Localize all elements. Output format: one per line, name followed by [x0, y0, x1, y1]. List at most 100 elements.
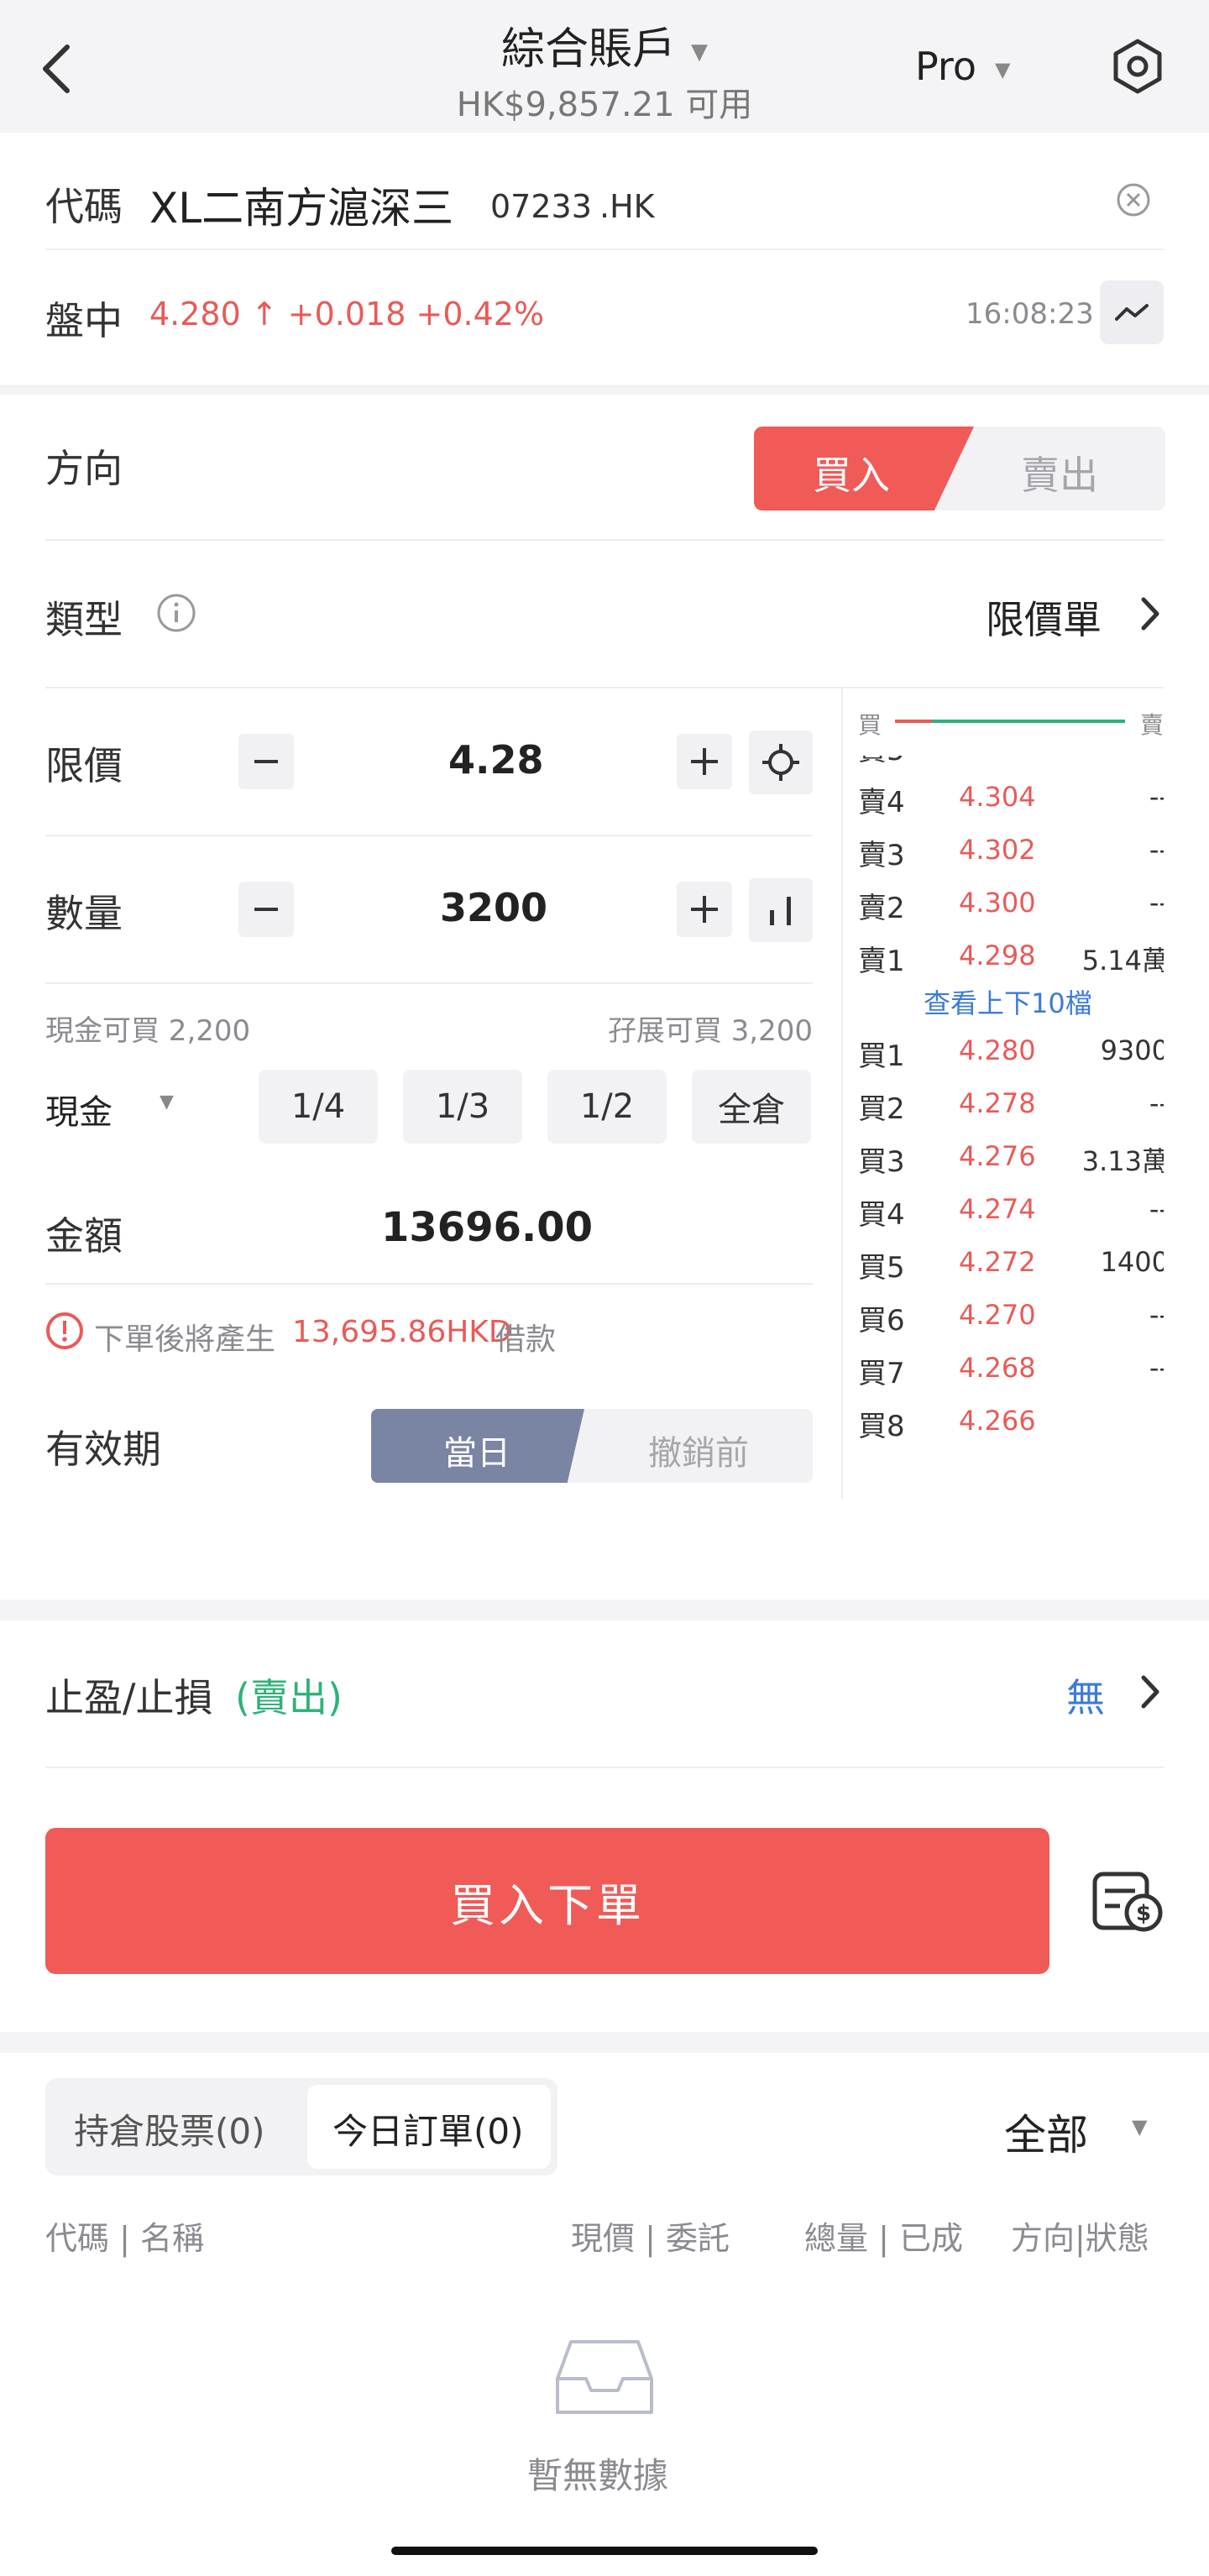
- sell-tab[interactable]: 賣出: [1021, 445, 1098, 500]
- tpsl-label: 止盈/止損: [45, 1675, 213, 1720]
- chevron-down-icon: ▼: [160, 1092, 174, 1113]
- ob-list[interactable]: 賣54.306 賣44.304-- 賣34.302-- 賣24.300-- 賣1…: [858, 756, 1164, 1484]
- order-book: 買 賣 賣54.306 賣44.304-- 賣34.302-- 賣24.300-…: [858, 689, 1164, 1495]
- price-increase-button[interactable]: [677, 734, 732, 789]
- pay-method-selector[interactable]: 現金 ▼: [45, 1070, 188, 1144]
- cash-buyable: 現金可買 2,200: [45, 1014, 251, 1048]
- chart-toggle-button[interactable]: [1100, 280, 1164, 344]
- ob-bid-row: 買8 4.266: [858, 1405, 1036, 1443]
- empty-text: 暫無數據: [527, 2455, 669, 2496]
- col-qty: 總量 | 已成: [804, 2220, 963, 2257]
- tab-orders-label: 今日訂單(0): [332, 2111, 524, 2152]
- submit-order-button[interactable]: 買入下單: [45, 1828, 1049, 1974]
- ob-sell-bar: [932, 720, 1125, 723]
- clear-icon[interactable]: [1115, 181, 1152, 218]
- type-label: 類型: [45, 597, 123, 642]
- col-dir: 方向|狀態: [1011, 2220, 1149, 2257]
- security-name: XL二南方滬深三: [149, 184, 454, 233]
- direction-label: 方向: [45, 446, 123, 491]
- qty-decrease-button[interactable]: [238, 882, 294, 937]
- ob-ask-row: 賣54.306: [858, 756, 1164, 772]
- pay-method-label: 現金: [45, 1093, 113, 1132]
- home-indicator: [391, 2547, 818, 2555]
- ob-buy-bar: [895, 720, 932, 723]
- empty-inbox-icon: [552, 2335, 657, 2419]
- header: 綜合賬戶 ▼ HK$9,857.21 可用 Pro ▼: [0, 0, 1209, 133]
- back-icon[interactable]: [37, 42, 79, 96]
- available-balance: HK$9,857.21 可用: [456, 86, 753, 124]
- positions-panel: 持倉股票(0) 今日訂單(0) 全部 ▼ 代碼 | 名稱 現價 | 委託 總量 …: [0, 2053, 1209, 2576]
- validity-label: 有效期: [45, 1427, 161, 1472]
- code-label: 代碼: [45, 184, 123, 229]
- col-code: 代碼 | 名稱: [45, 2220, 204, 2257]
- price-decrease-button[interactable]: [238, 734, 294, 789]
- svg-text:$: $: [1136, 1901, 1151, 1926]
- info-icon[interactable]: [156, 593, 196, 633]
- submit-label: 買入下單: [450, 1878, 645, 1932]
- ob-buy-head: 買: [858, 711, 882, 739]
- ob-ask-row: 賣34.302--: [858, 834, 1164, 872]
- fraction-third-button[interactable]: 1/3: [403, 1070, 522, 1144]
- validity-gtc-tab[interactable]: 撤銷前: [648, 1426, 749, 1474]
- buy-tab[interactable]: 買入: [813, 445, 890, 500]
- fraction-quarter-button[interactable]: 1/4: [259, 1070, 378, 1144]
- ob-bid-row: 買64.270--: [858, 1299, 1164, 1338]
- ob-bid-row: 買3 4.276 3.13萬: [858, 1140, 1164, 1179]
- mode-label: Pro: [915, 44, 976, 89]
- security-market: .HK: [599, 188, 655, 225]
- mode-selector[interactable]: Pro ▼: [915, 44, 1010, 89]
- ob-bid-row: 買1 4.280 9300: [858, 1034, 1164, 1073]
- crosshair-icon[interactable]: [749, 730, 813, 794]
- amount-label: 金額: [45, 1213, 123, 1259]
- minus-icon: [254, 760, 278, 763]
- trend-icon: [1115, 304, 1149, 321]
- tab-orders[interactable]: 今日訂單(0): [307, 2085, 551, 2169]
- quote-row: 盤中 4.280 ↑ +0.018 +0.42% 16:08:23: [45, 250, 1164, 385]
- account-title: 綜合賬戶: [500, 24, 676, 75]
- borrow-warning: 下單後將產生 13,695.86HKD 借款: [45, 1306, 813, 1357]
- ob-bid-row: 買24.278--: [858, 1087, 1164, 1126]
- validity-day-tab[interactable]: 當日: [443, 1426, 510, 1474]
- account-selector[interactable]: 綜合賬戶 ▼: [403, 13, 806, 76]
- list-tabs: 持倉股票(0) 今日訂單(0): [45, 2078, 557, 2175]
- filter-selector[interactable]: 全部 ▼: [1004, 2095, 1164, 2162]
- price-label: 限價: [45, 743, 123, 788]
- order-type-row[interactable]: 類型 限價單: [45, 541, 1164, 689]
- settings-icon[interactable]: [1108, 37, 1167, 96]
- alert-icon: [45, 1312, 84, 1350]
- warning-prefix: 下單後將產生: [94, 1322, 276, 1357]
- quote-time: 16:08:23: [966, 297, 1094, 331]
- qty-input[interactable]: 3200: [440, 885, 547, 930]
- ob-bid-row: 買44.274--: [858, 1193, 1164, 1232]
- qty-label: 數量: [45, 891, 123, 936]
- session-label: 盤中: [45, 298, 123, 343]
- validity-toggle: 當日 撤銷前: [371, 1409, 813, 1483]
- chevron-down-icon: ▼: [1132, 2115, 1148, 2139]
- tab-holdings[interactable]: 持倉股票(0): [74, 2103, 265, 2155]
- ob-ask-row: 賣24.300--: [858, 887, 1164, 925]
- chevron-right-icon: [1137, 1674, 1162, 1709]
- order-form: 限價 4.28 數量 3200 現金可買 2,200 孖展可買 3,200 現金…: [45, 689, 813, 1528]
- chevron-down-icon: ▼: [691, 39, 708, 65]
- warning-suffix: 借款: [495, 1322, 557, 1357]
- fraction-all-button[interactable]: 全倉: [692, 1070, 811, 1144]
- warning-amount: 13,695.86HKD: [292, 1315, 512, 1349]
- direction-toggle: 買入 賣出: [754, 427, 1165, 510]
- tpsl-row[interactable]: 止盈/止損 (賣出) 無: [45, 1620, 1164, 1768]
- price-input[interactable]: 4.28: [448, 737, 544, 783]
- ob-bid-row: 買74.268--: [858, 1352, 1164, 1390]
- tpsl-value: 無: [1066, 1675, 1105, 1720]
- ob-sell-head: 賣: [1139, 711, 1164, 739]
- order-panel: 方向 買入 賣出 類型 限價單 限價 4.28 數量 3200 現金可買 2,2…: [0, 395, 1209, 1600]
- bill-icon[interactable]: $: [1090, 1866, 1165, 1936]
- fraction-half-button[interactable]: 1/2: [547, 1070, 667, 1144]
- qty-increase-button[interactable]: [677, 882, 732, 937]
- ob-bid-row: 買5 4.272 1400: [858, 1246, 1164, 1285]
- chevron-right-icon: [1137, 596, 1162, 631]
- minus-icon: [254, 908, 278, 911]
- plus-icon: [691, 896, 718, 923]
- security-row[interactable]: 代碼 XL二南方滬深三 07233 .HK: [45, 166, 1164, 250]
- view-more-link[interactable]: 查看上下10檔: [924, 982, 1092, 1021]
- amount-value: 13696.00: [381, 1204, 594, 1251]
- depth-bars-icon[interactable]: [749, 878, 813, 942]
